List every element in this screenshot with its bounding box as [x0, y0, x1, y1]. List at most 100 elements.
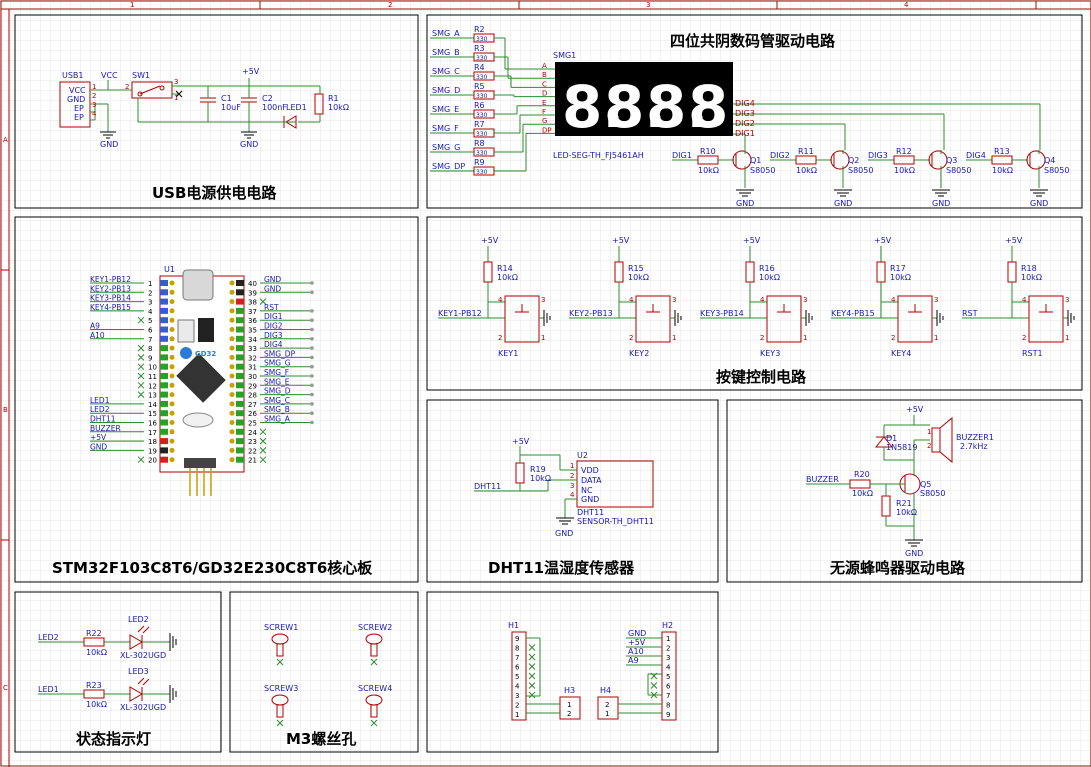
seg-res-ref: R7	[474, 120, 485, 129]
seg-res-val: 330	[476, 74, 488, 81]
mcu-pad	[229, 392, 235, 398]
key-pin-num: 2	[891, 334, 895, 342]
mcu-left-pin-num: 15	[148, 410, 157, 418]
mcu-pad	[229, 410, 235, 416]
drv-q-val: S8050	[1044, 166, 1069, 175]
mcu-right-pin	[236, 438, 244, 445]
usb-pin-num-1: 1	[92, 83, 96, 91]
plus5v-dht: +5V	[512, 437, 530, 446]
net-dig4: DIG4	[966, 151, 986, 160]
seg-res-ref: R2	[474, 25, 485, 34]
r20-ref: R20	[854, 470, 870, 479]
net-end	[310, 355, 314, 360]
mcu-right-net: SMG_F	[264, 368, 289, 377]
mcu-right-pin-num: 23	[248, 438, 257, 446]
net-buzzer: BUZZER	[806, 475, 839, 484]
mcu-pad	[229, 438, 235, 444]
u2-part: SENSOR-TH_DHT11	[577, 517, 654, 526]
h2-net: A10	[628, 647, 644, 656]
mcu-left-net: KEY2-PB13	[90, 284, 131, 293]
mcu-left-pin	[160, 289, 168, 296]
mcu-pad	[169, 392, 175, 398]
mcu-left-pin	[160, 382, 168, 389]
mcu-right-pin	[236, 400, 244, 407]
h3-ref: H3	[564, 686, 575, 695]
mcu-right-pin-num: 30	[248, 373, 257, 381]
mcu-pad	[169, 280, 175, 286]
seg-res-ref: R3	[474, 44, 485, 53]
mcu-left-pin	[160, 335, 168, 342]
usb-c-connector	[182, 269, 214, 301]
status-res-ref: R22	[86, 629, 102, 638]
title-keys: 按键控制电路	[716, 368, 807, 386]
net-smg-dp: SMG_DP	[432, 162, 465, 171]
seg-pin-label: D	[542, 90, 547, 98]
plus5v-usb: +5V	[242, 67, 260, 76]
boot-jumper	[198, 318, 214, 342]
mcu-pad	[229, 364, 235, 370]
r21-val: 10kΩ	[896, 508, 917, 517]
mcu-pad	[169, 447, 175, 453]
net-dig1: DIG1	[672, 151, 692, 160]
mcu-right-net: SMG_DP	[264, 349, 296, 358]
h1-pin-num: 3	[515, 692, 519, 700]
q5-ref: Q5	[920, 480, 931, 489]
mcu-left-pin	[160, 298, 168, 305]
mcu-left-net: GND	[90, 442, 107, 451]
seg-pin-label: E	[542, 99, 546, 107]
key-pin-num: 3	[803, 296, 807, 304]
usb-pin-num-3: 3	[92, 101, 96, 109]
mcu-left-net: KEY3-PB14	[90, 294, 131, 303]
mcu-left-net: KEY4-PB15	[90, 303, 131, 312]
schematic-sheet: 1 2 3 4 A B C USB电源供电电路 四位共阴数码管驱动电路 STM3…	[0, 0, 1091, 767]
mcu-right-pin	[236, 410, 244, 417]
mcu-pad	[229, 401, 235, 407]
mcu-right-pin	[236, 307, 244, 314]
mcu-right-net: DIG1	[264, 312, 283, 321]
h1-pin-num: 1	[515, 711, 519, 719]
mcu-right-pin-num: 40	[248, 280, 257, 288]
mcu-right-pin-num: 27	[248, 401, 257, 409]
seg-res-val: 330	[476, 169, 488, 176]
mcu-left-net: LED2	[90, 405, 110, 414]
key-res-ref: R14	[497, 264, 513, 273]
key-res-val: 10kΩ	[1021, 273, 1042, 282]
mcu-pad	[229, 327, 235, 332]
mcu-right-pin	[236, 373, 244, 379]
mcu-pad	[169, 457, 175, 463]
smg-part: LED-SEG-TH_FJ5461AH	[553, 151, 644, 160]
drv-res-ref: R13	[994, 147, 1010, 156]
drv-q-ref: Q3	[946, 156, 957, 165]
seg-res-val: 330	[476, 112, 488, 119]
status-net: LED2	[38, 633, 59, 642]
h1-pin-num: 8	[515, 645, 519, 653]
key-pin-num: 1	[672, 334, 676, 342]
u2-pin-data: DATA	[581, 476, 602, 485]
h2-pin-num: 5	[666, 673, 670, 681]
key-pin-num: 4	[891, 296, 896, 304]
mcu-right-pin	[236, 298, 244, 305]
mcu-pad	[229, 345, 235, 351]
status-led-ref: LED3	[128, 667, 149, 676]
drv-res-val: 10kΩ	[698, 166, 719, 175]
net-end	[310, 281, 314, 285]
mcu-pad	[169, 364, 175, 370]
key-net: KEY1-PB12	[438, 309, 482, 318]
mcu-right-pin	[236, 456, 244, 463]
seg-res-val: 330	[476, 150, 488, 157]
mcu-left-pin-num: 1	[148, 280, 152, 288]
mcu-right-net: GND	[264, 284, 281, 293]
row-mark-b: B	[3, 406, 8, 414]
mcu-left-pin	[160, 438, 168, 445]
key-res-val: 10kΩ	[759, 273, 780, 282]
mcu-right-pin-num: 32	[248, 354, 257, 362]
mcu-right-pin-num: 38	[248, 299, 257, 307]
h1-pin-num: 6	[515, 664, 520, 672]
c1-ref: C1	[221, 94, 232, 103]
title-buzzer: 无源蜂鸣器驱动电路	[829, 559, 966, 577]
dig-pin-2: DIG2	[735, 119, 755, 128]
h2-pin-num: 3	[666, 654, 670, 662]
u2-ref: U2	[577, 451, 588, 460]
mcu-pad	[169, 438, 175, 444]
mcu-right-pin	[236, 317, 244, 324]
